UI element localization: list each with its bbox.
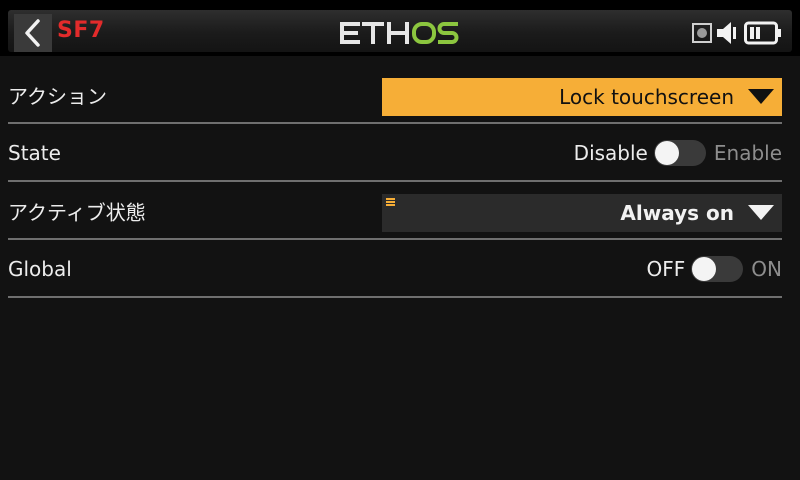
active-condition-label: アクティブ状態 — [8, 200, 146, 225]
state-on-label: Enable — [713, 141, 782, 165]
toggle-knob — [654, 141, 679, 165]
page-id: SF7 — [57, 18, 105, 43]
active-condition-value: Always on — [620, 201, 734, 225]
state-label: State — [8, 141, 61, 165]
action-label: アクション — [8, 84, 107, 109]
global-toggle-group: OFF ON — [647, 256, 782, 282]
status-icons — [692, 20, 782, 46]
global-off-label: OFF — [646, 257, 686, 281]
state-toggle-group: Disable Enable — [574, 140, 782, 166]
back-arrow-icon — [25, 19, 40, 47]
state-off-label: Disable — [573, 141, 648, 165]
state-row: State Disable Enable — [8, 126, 782, 182]
dropdown-arrow-icon — [748, 205, 774, 220]
global-on-label: ON — [751, 257, 782, 281]
active-condition-row: アクティブ状態 Always on — [8, 184, 782, 240]
menu-icon — [386, 198, 395, 206]
active-condition-dropdown[interactable]: Always on — [382, 194, 782, 232]
toggle-knob — [692, 257, 717, 281]
action-row: アクション Lock touchscreen — [8, 68, 782, 124]
back-button[interactable] — [14, 14, 52, 52]
sd-card-icon — [692, 23, 712, 43]
speaker-icon — [717, 22, 736, 44]
title-bar: SF7 — [0, 0, 800, 56]
state-toggle[interactable] — [653, 140, 706, 166]
global-row: Global OFF ON — [8, 242, 782, 298]
action-dropdown[interactable]: Lock touchscreen — [382, 78, 782, 116]
ethos-logo — [340, 22, 459, 44]
battery-icon — [744, 21, 781, 45]
global-label: Global — [8, 257, 72, 281]
action-value: Lock touchscreen — [559, 85, 734, 109]
global-toggle[interactable] — [691, 256, 744, 282]
dropdown-arrow-icon — [748, 89, 774, 104]
